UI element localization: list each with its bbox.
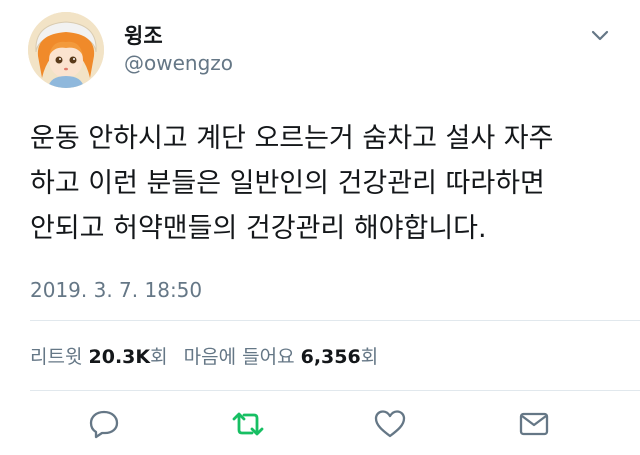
retweet-icon[interactable] [230,406,266,442]
retweet-label: 리트윗 [30,346,83,368]
like-suffix: 회 [360,346,379,368]
tweet-text: 운동 안하시고 계단 오르는거 숨차고 설사 자주 하고 이런 분들은 일반인의… [30,116,620,251]
reply-icon[interactable] [86,406,122,442]
like-stat[interactable]: 마음에 들어요 6,356회 [184,346,379,368]
heart-icon[interactable] [372,406,408,442]
retweet-stat[interactable]: 리트윗 20.3K회 [30,346,168,368]
avatar[interactable] [28,12,104,88]
like-count: 6,356 [300,346,361,368]
timestamp[interactable]: 2019. 3. 7. 18:50 [30,278,202,302]
like-label: 마음에 들어요 [183,346,295,368]
divider [30,320,640,321]
action-bar [0,402,640,446]
tweet-line: 하고 이런 분들은 일반인의 건강관리 따라하면 [30,168,545,199]
avatar-illustration [28,12,104,88]
chevron-down-icon[interactable] [586,26,614,46]
display-name[interactable]: 윙조 [124,20,163,50]
retweet-count: 20.3K [88,346,151,368]
retweet-suffix: 회 [150,346,168,368]
envelope-icon[interactable] [516,406,552,442]
tweet-line: 운동 안하시고 계단 오르는거 숨차고 설사 자주 [30,123,554,154]
engagement-stats: 리트윗 20.3K회 마음에 들어요 6,356회 [30,342,378,369]
divider [30,390,640,391]
handle[interactable]: @owengzo [124,51,233,75]
tweet-line: 안되고 허약맨들의 건강관리 해야합니다. [30,213,487,244]
